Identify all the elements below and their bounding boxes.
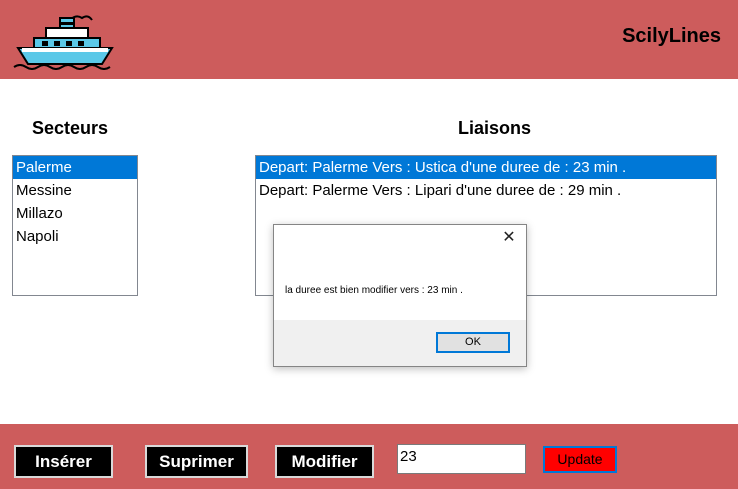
list-item[interactable]: Palerme xyxy=(13,156,137,179)
bottom-toolbar: Insérer Suprimer Modifier 23 Update xyxy=(0,424,738,489)
insert-button[interactable]: Insérer xyxy=(14,445,113,478)
message-dialog: ✕ la duree est bien modifier vers : 23 m… xyxy=(273,224,527,367)
app-title: ScilyLines xyxy=(622,25,721,47)
list-item[interactable]: Depart: Palerme Vers : Lipari d'une dure… xyxy=(256,179,716,202)
list-item[interactable]: Depart: Palerme Vers : Ustica d'une dure… xyxy=(256,156,716,179)
secteurs-list[interactable]: Palerme Messine Millazo Napoli xyxy=(12,155,138,296)
ship-icon xyxy=(13,15,114,70)
delete-button[interactable]: Suprimer xyxy=(145,445,248,478)
list-item[interactable]: Millazo xyxy=(13,202,137,225)
update-button[interactable]: Update xyxy=(543,446,617,473)
modify-button[interactable]: Modifier xyxy=(275,445,374,478)
ok-button[interactable]: OK xyxy=(436,332,510,353)
list-item[interactable]: Messine xyxy=(13,179,137,202)
duration-input[interactable]: 23 xyxy=(397,444,526,474)
liaisons-title: Liaisons xyxy=(458,118,532,138)
list-item[interactable]: Napoli xyxy=(13,225,137,248)
dialog-footer: OK xyxy=(274,320,526,366)
app-header: ScilyLines xyxy=(0,0,738,79)
secteurs-title: Secteurs xyxy=(32,118,109,138)
close-icon[interactable]: ✕ xyxy=(502,230,516,246)
dialog-message: la duree est bien modifier vers : 23 min… xyxy=(285,285,463,296)
